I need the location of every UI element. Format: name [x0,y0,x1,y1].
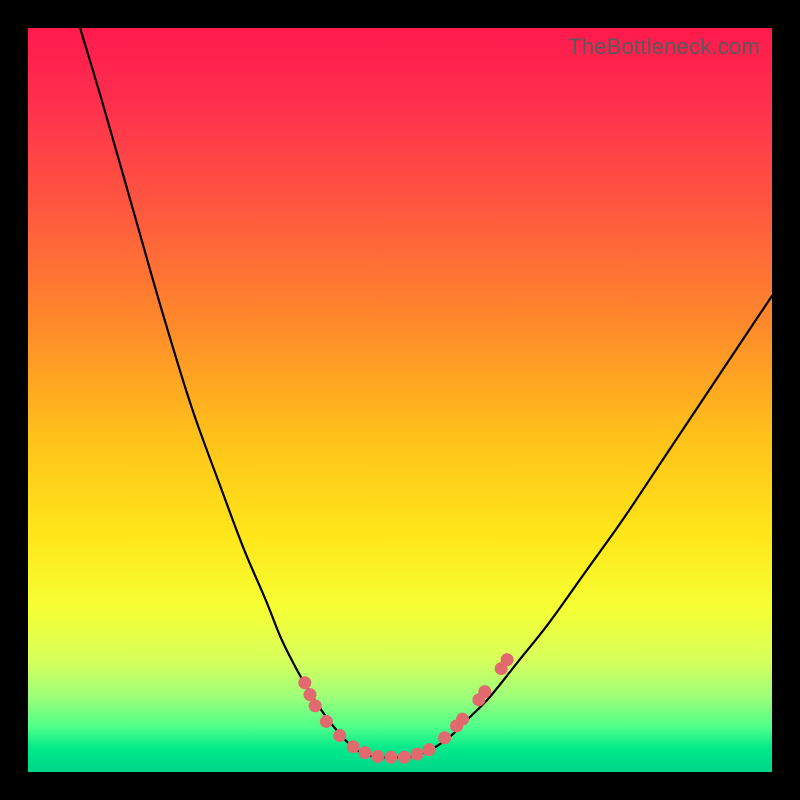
data-marker [298,676,311,689]
data-marker [385,751,398,764]
chart-svg [28,28,772,772]
data-marker [411,748,424,761]
data-marker [359,746,372,759]
data-marker [478,685,491,698]
plot-area: TheBottleneck.com [28,28,772,772]
data-marker [398,751,411,764]
data-marker [309,699,322,712]
chart-frame: TheBottleneck.com [0,0,800,800]
data-marker [303,688,316,701]
data-marker [333,729,346,742]
data-marker [320,715,333,728]
data-marker [456,713,469,726]
marker-group [298,653,513,763]
data-marker [438,731,451,744]
data-marker [371,750,384,763]
data-marker [423,743,436,756]
bottleneck-curve [80,28,772,757]
data-marker [501,653,514,666]
curve-group [80,28,772,757]
data-marker [347,740,360,753]
